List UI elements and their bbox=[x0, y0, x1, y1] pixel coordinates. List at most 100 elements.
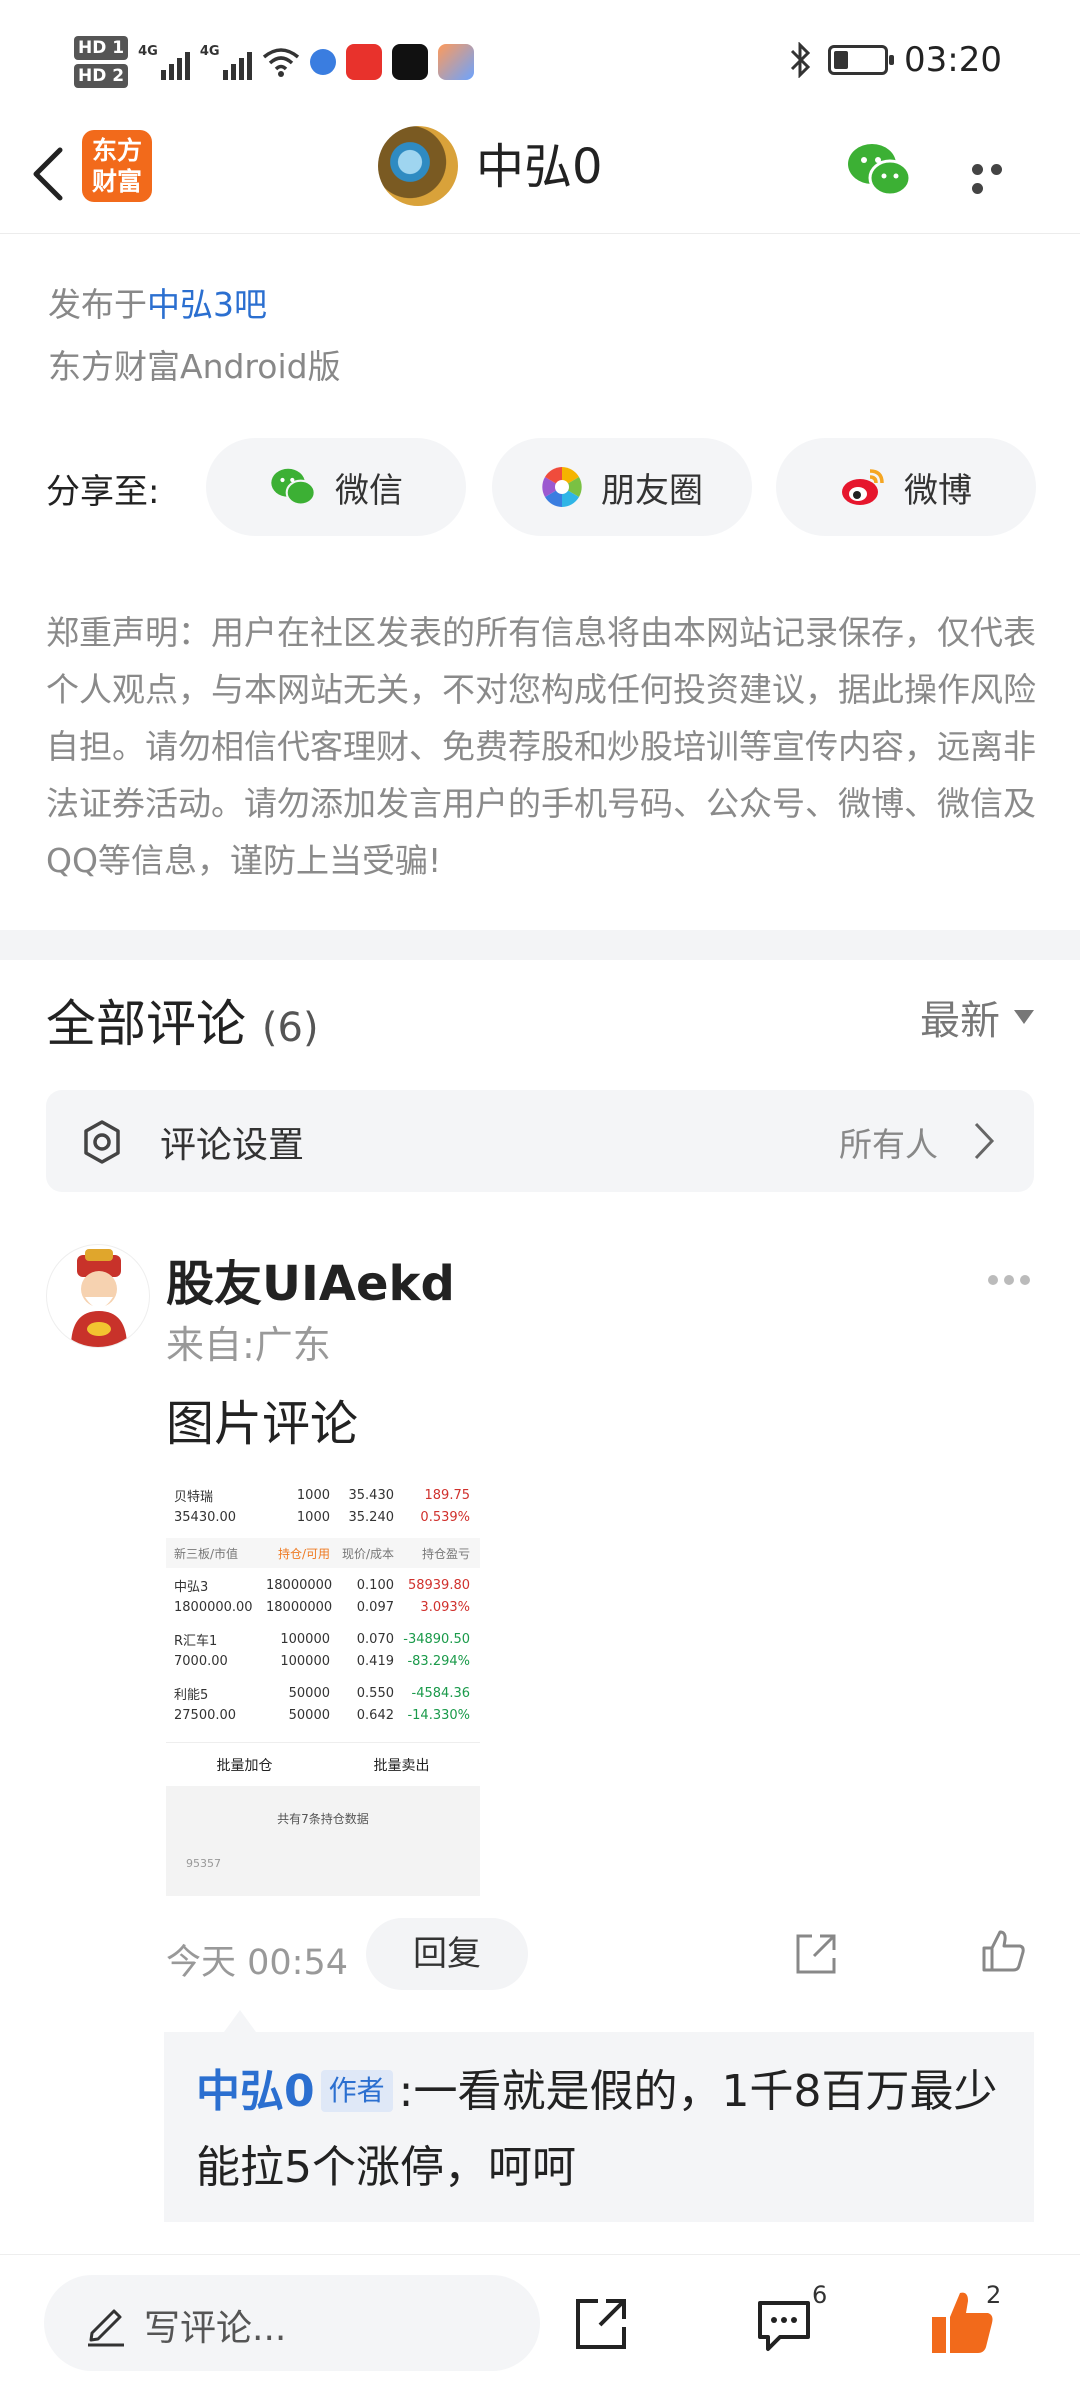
share-wechat-button[interactable]: 微信 bbox=[206, 438, 466, 536]
app-logo[interactable]: 东方 财富 bbox=[82, 130, 152, 202]
signal-icon-2: 4G bbox=[200, 44, 252, 80]
image-cell: 35.240 bbox=[348, 1509, 395, 1525]
reply-author[interactable]: 中弘0 bbox=[196, 2066, 315, 2117]
comment-image[interactable]: 贝特瑞 1000 35.430 189.75 35430.00 1000 35.… bbox=[166, 1478, 480, 1900]
image-header-cell: 持仓盈亏 bbox=[421, 1546, 470, 1561]
reply-content: :一看就是假的，1千8百万最少能拉5个涨停，呵呵 bbox=[196, 2066, 998, 2193]
holding-cell: 利能5 bbox=[174, 1687, 209, 1703]
moments-icon bbox=[542, 467, 582, 507]
share-moments-button[interactable]: 朋友圈 bbox=[492, 438, 752, 536]
holding-cell: 18000000 bbox=[266, 1577, 333, 1593]
reply-button[interactable]: 回复 bbox=[366, 1918, 528, 1990]
holding-cell: 50000 bbox=[288, 1707, 330, 1723]
thumbs-up-icon[interactable] bbox=[978, 1926, 1028, 1976]
wechat-icon[interactable] bbox=[846, 140, 912, 200]
weibo-icon bbox=[842, 469, 884, 505]
wifi-icon bbox=[262, 48, 299, 77]
author-badge: 作者 bbox=[320, 2070, 393, 2112]
holding-cell: 18000000 bbox=[266, 1599, 333, 1615]
status-right: 03:20 bbox=[788, 40, 1002, 80]
reply-preview[interactable]: 中弘0 作者:一看就是假的，1千8百万最少能拉5个涨停，呵呵 bbox=[164, 2010, 1034, 2222]
sort-label: 最新 bbox=[920, 998, 1000, 1044]
commenter-username[interactable]: 股友UIAekd bbox=[166, 1244, 455, 1314]
published-in: 发布于中弘3吧 bbox=[48, 278, 267, 326]
image-header-row: 新三板/市值 持仓/可用 现价/成本 持仓盈亏 bbox=[166, 1538, 480, 1568]
write-comment-input[interactable]: 写评论... bbox=[44, 2275, 540, 2371]
share-wechat-label: 微信 bbox=[335, 470, 403, 511]
fortune-god-avatar-icon bbox=[71, 1249, 127, 1347]
comment-count-badge: 6 bbox=[812, 2281, 828, 2309]
bluetooth-icon bbox=[790, 42, 811, 78]
image-cell: 1000 bbox=[296, 1509, 330, 1525]
bar-link[interactable]: 中弘3吧 bbox=[147, 285, 267, 324]
comment-settings-row[interactable]: 评论设置 所有人 bbox=[46, 1090, 1034, 1192]
tiktok-icon bbox=[391, 44, 428, 80]
hd2-label: HD 2 bbox=[74, 64, 129, 88]
share-weibo-label: 微博 bbox=[904, 470, 972, 511]
holding-row: 中弘3 18000000 0.100 58939.80 bbox=[166, 1574, 480, 1596]
holding-gap bbox=[166, 1618, 480, 1628]
image-cell: 189.75 bbox=[424, 1487, 471, 1503]
holding-cell: 1800000.00 bbox=[174, 1599, 253, 1615]
commenter-avatar[interactable] bbox=[46, 1244, 150, 1348]
share-weibo-button[interactable]: 微博 bbox=[776, 438, 1036, 536]
holding-cell: 0.100 bbox=[356, 1577, 394, 1593]
holding-row: 利能5 50000 0.550 -4584.36 bbox=[166, 1682, 480, 1704]
holding-cell: 58939.80 bbox=[407, 1577, 470, 1593]
game-app-icon bbox=[437, 44, 474, 80]
share-label: 分享至: bbox=[46, 472, 160, 512]
image-cell: 1000 bbox=[296, 1487, 330, 1503]
holding-cell: 0.070 bbox=[356, 1631, 394, 1647]
image-header-cell: 新三板/市值 bbox=[174, 1546, 239, 1561]
battery-icon bbox=[828, 45, 895, 75]
page-title[interactable]: 中弘0 bbox=[476, 132, 603, 202]
status-left: HD 1 HD 2 4G 4G bbox=[74, 36, 474, 88]
comment-text: 图片评论 bbox=[166, 1396, 359, 1452]
comments-count: (6) bbox=[261, 1005, 319, 1051]
like-count-badge: 2 bbox=[986, 2281, 1002, 2309]
holding-cell: 0.419 bbox=[356, 1653, 394, 1669]
share-moments-label: 朋友圈 bbox=[601, 470, 703, 511]
back-arrow-icon[interactable] bbox=[22, 138, 82, 210]
client-info: 东方财富Android版 bbox=[48, 347, 341, 386]
wechat-icon bbox=[271, 468, 316, 506]
sort-dropdown[interactable]: 最新 bbox=[920, 988, 1034, 1046]
holding-row: 27500.00 50000 0.642 -14.330% bbox=[166, 1704, 480, 1726]
logo-line-2: 财富 bbox=[91, 167, 142, 196]
comments-title: 全部评论 (6) bbox=[46, 984, 319, 1056]
image-btn-add: 批量加仓 bbox=[216, 1757, 273, 1774]
published-prefix: 发布于 bbox=[48, 285, 147, 324]
news-app-icon bbox=[345, 44, 382, 80]
more-options-icon[interactable] bbox=[972, 160, 1028, 194]
image-header-cell: 持仓/可用 bbox=[277, 1546, 330, 1561]
comment-icon[interactable] bbox=[754, 2297, 814, 2353]
signal-icon: 4G bbox=[138, 44, 190, 80]
clock: 03:20 bbox=[904, 40, 1002, 80]
holdings-list: 中弘3 18000000 0.100 58939.80 1800000.00 180000… bbox=[166, 1574, 480, 1736]
disclaimer-text: 郑重声明：用户在社区发表的所有信息将由本网站记录保存，仅代表个人观点，与本网站无… bbox=[46, 613, 1036, 880]
image-buttons: 批量加仓 批量卖出 bbox=[166, 1742, 480, 1786]
holding-cell: -34890.50 bbox=[403, 1631, 470, 1647]
holding-cell: -14.330% bbox=[407, 1707, 470, 1723]
comment-location: 来自:广东 bbox=[166, 1323, 331, 1367]
comment-more-icon[interactable] bbox=[988, 1270, 1036, 1289]
gear-icon bbox=[84, 1120, 120, 1164]
image-cell: 35430.00 bbox=[174, 1509, 237, 1525]
share-icon[interactable] bbox=[572, 2293, 632, 2353]
holding-cell: 0.097 bbox=[356, 1599, 394, 1615]
holding-cell: 3.093% bbox=[420, 1599, 470, 1615]
holding-cell: 100000 bbox=[280, 1631, 330, 1647]
author-avatar[interactable] bbox=[378, 126, 458, 206]
image-btn-sell: 批量卖出 bbox=[373, 1757, 430, 1774]
holding-cell: R汇车1 bbox=[174, 1633, 218, 1649]
holding-cell: 27500.00 bbox=[174, 1707, 237, 1723]
image-row: 贝特瑞 1000 35.430 189.75 bbox=[166, 1484, 480, 1506]
status-bar: HD 1 HD 2 4G 4G 03:20 bbox=[0, 0, 1080, 120]
image-cell: 35.430 bbox=[348, 1487, 395, 1503]
holding-row: 7000.00 100000 0.419 -83.294% bbox=[166, 1650, 480, 1672]
pencil-icon bbox=[88, 2309, 124, 2347]
image-header-cell: 现价/成本 bbox=[341, 1546, 394, 1561]
share-icon[interactable] bbox=[792, 1930, 840, 1978]
holding-cell: 0.642 bbox=[356, 1707, 394, 1723]
holding-gap bbox=[166, 1726, 480, 1736]
